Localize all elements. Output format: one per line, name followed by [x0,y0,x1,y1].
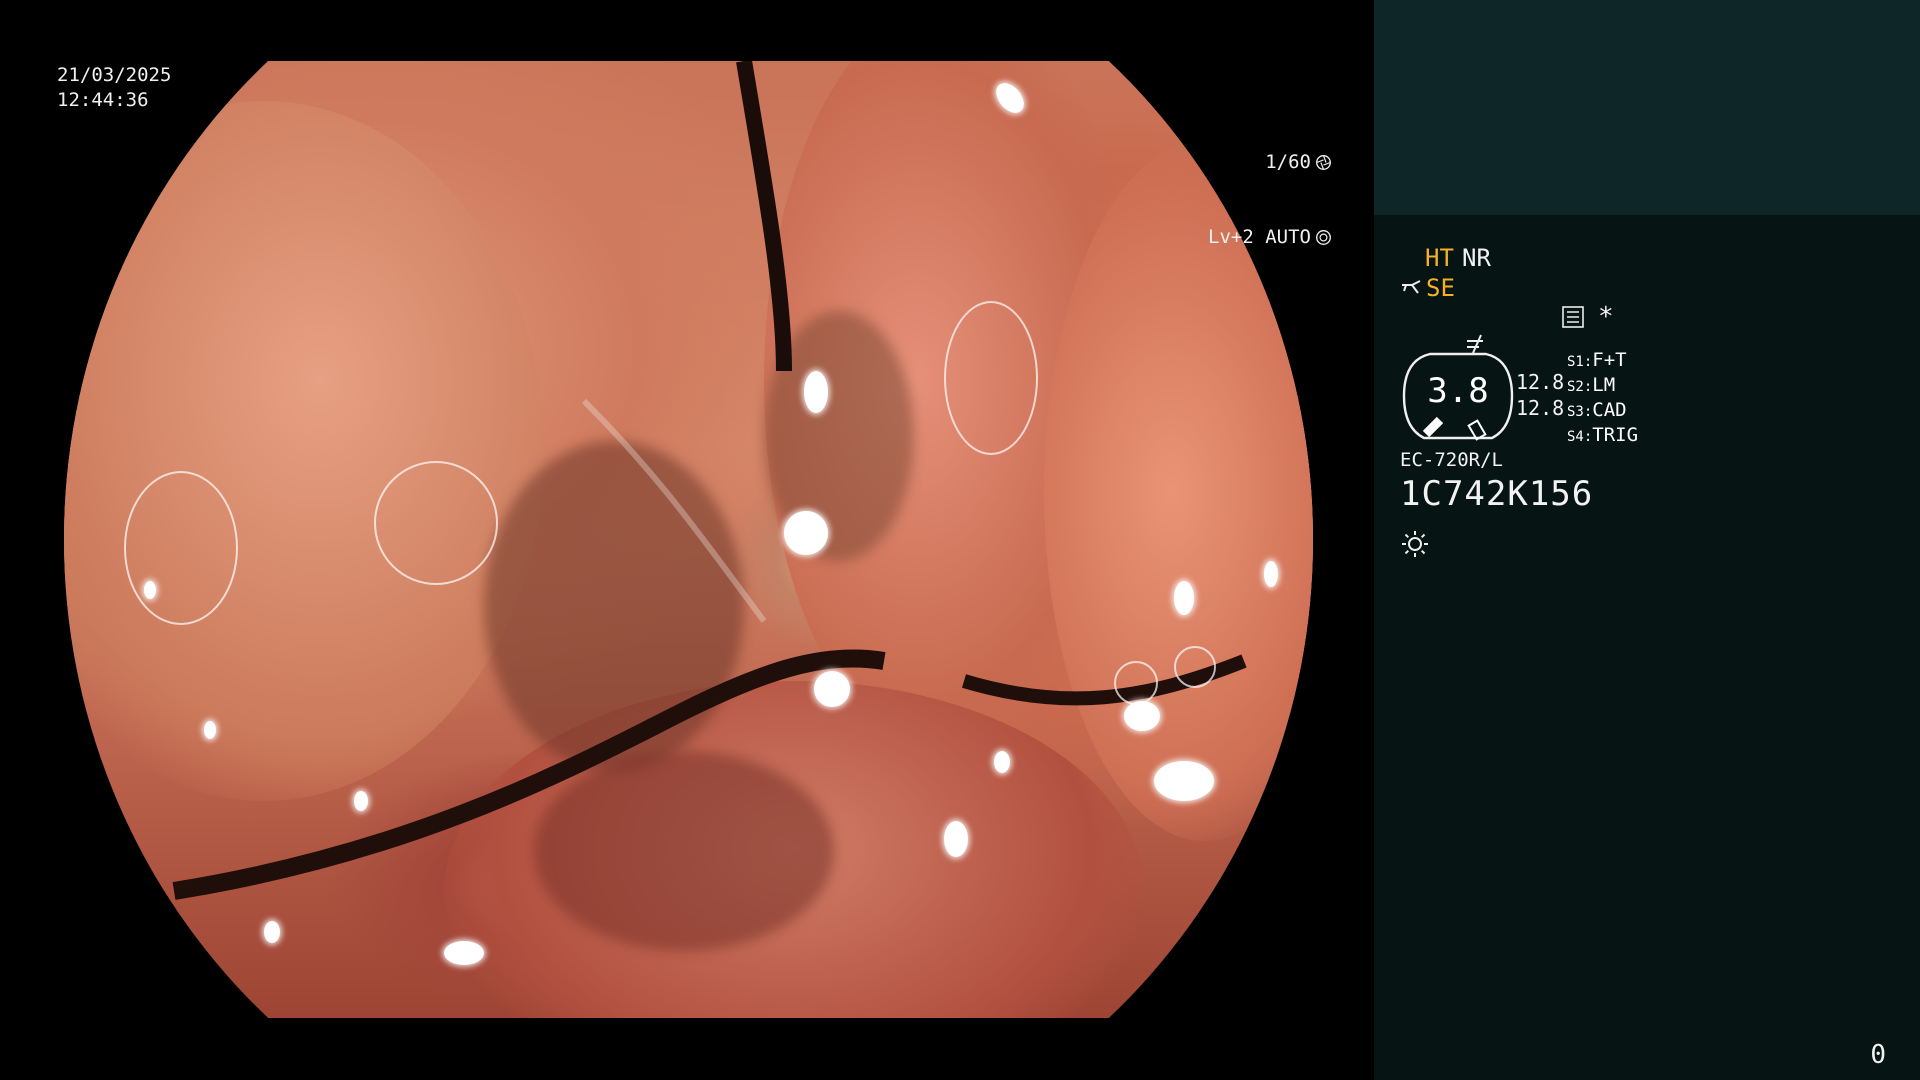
menu-list-icon [1562,306,1584,328]
switch-key: S4: [1567,429,1593,445]
se-label: SE [1426,274,1455,302]
switch-key: S2: [1567,379,1593,395]
date-text: 21/03/2025 [57,64,172,86]
switch-value: LM [1592,374,1616,396]
time-text: 12:44:36 [57,89,149,111]
datetime-display: 21/03/2025 12:44:36 [57,63,171,113]
exposure-info: 1/60 Lv+2 AUTO [1208,100,1332,300]
panel-header-area [1374,0,1920,215]
switch-value: F+T [1592,349,1627,371]
catheter-wire [172,61,1247,900]
switch-row-s3: S3:CAD [1567,399,1627,421]
info-panel: HT NR SE * 3.8 12.8 12.8 S1:F+T S2:LM S3… [1374,0,1920,1080]
mode-ht-label: HT [1425,244,1454,272]
scope-tip-icon [1402,280,1421,294]
switch-key: S3: [1567,404,1593,420]
page-number: 0 [1870,1040,1886,1070]
switch-row-s1: S1:F+T [1567,349,1627,371]
aperture-icon [1316,155,1331,170]
level-text: Lv+2 AUTO [1208,226,1311,248]
switch-key: S1: [1567,354,1593,370]
se-row: SE [1400,274,1455,302]
sun-icon [1402,531,1428,557]
gauge-value: 3.8 [1427,371,1489,411]
endoscope-image [64,61,1313,1018]
star-indicator: * [1598,302,1614,332]
endoscope-video-area: 21/03/2025 12:44:36 1/60 Lv+2 AUTO [0,0,1374,1080]
switch-value: CAD [1592,399,1627,421]
shutter-text: 1/60 [1265,151,1311,173]
gauge-side-value-1: 12.8 [1516,370,1565,394]
switch-row-s2: S2:LM [1567,374,1615,396]
switch-value: TRIG [1592,424,1639,446]
mode-nr-label: NR [1462,244,1491,272]
gauge-side-value-2: 12.8 [1516,396,1565,420]
scope-serial: 1C742K156 [1400,474,1594,514]
iris-icon [1316,230,1331,245]
scope-model: EC-720R/L [1400,449,1503,471]
switch-row-s4: S4:TRIG [1567,424,1638,446]
